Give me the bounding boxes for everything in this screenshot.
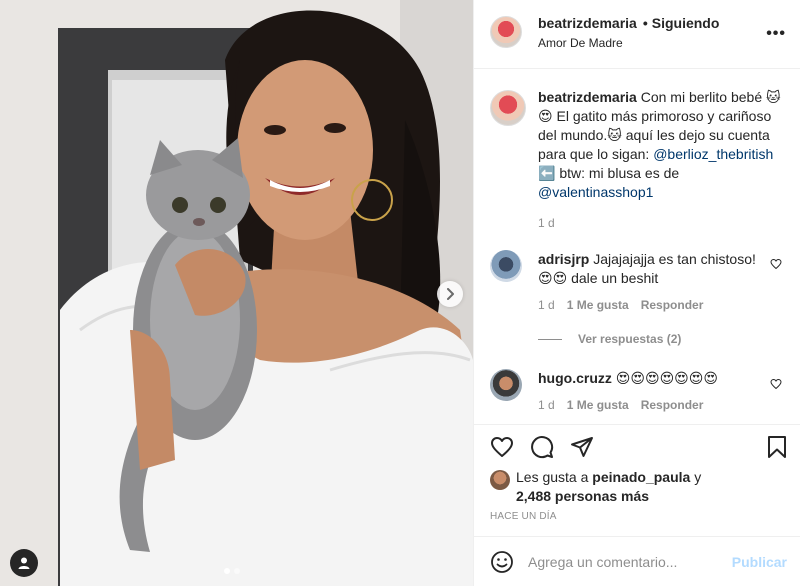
comment-likes[interactable]: 1 Me gusta xyxy=(567,298,629,312)
follow-status-button[interactable]: Siguiendo xyxy=(652,15,720,31)
likes-text: Les gusta a peinado_paula y 2,488 persona… xyxy=(516,468,701,506)
comment-username[interactable]: adrisjrp xyxy=(538,251,589,267)
save-bookmark-icon[interactable] xyxy=(765,435,789,459)
emoji-smiley-icon[interactable] xyxy=(490,550,514,574)
likes-count[interactable]: 2,488 personas más xyxy=(516,488,649,504)
likes-summary: Les gusta a peinado_paula y 2,488 persona… xyxy=(490,468,701,506)
carousel-dots xyxy=(224,568,240,574)
caption-text-part-2: ⬅️ btw: mi blusa es de xyxy=(538,165,680,181)
comment-username[interactable]: hugo.cruzz xyxy=(538,370,612,386)
chevron-right-icon xyxy=(447,288,454,300)
share-paper-plane-icon[interactable] xyxy=(570,435,594,459)
commenter-avatar[interactable] xyxy=(490,369,522,401)
reply-button[interactable]: Responder xyxy=(641,298,704,312)
author-line: beatrizdemaria • Siguiendo xyxy=(538,15,719,31)
post-action-bar xyxy=(474,424,800,472)
comment-bubble-icon[interactable] xyxy=(530,435,554,459)
comment-body: 😍😍😍😍😍😍😍 xyxy=(611,370,718,386)
post-header: beatrizdemaria • Siguiendo Amor De Madre •… xyxy=(474,0,800,69)
carousel-dot-2 xyxy=(234,568,240,574)
comment-item: adrisjrp Jajajajajja es tan chistoso! 😍😍… xyxy=(490,250,786,312)
comment-input[interactable] xyxy=(528,550,718,574)
post-caption: beatrizdemaria Con mi berlito bebé 🐱😍 El… xyxy=(490,88,790,230)
more-options-icon[interactable]: ••• xyxy=(766,25,786,43)
comment-time[interactable]: 1 d xyxy=(538,298,555,312)
header-bullet: • xyxy=(642,15,648,31)
liker-avatar[interactable] xyxy=(490,470,510,490)
commenter-avatar[interactable] xyxy=(490,250,522,282)
like-heart-icon[interactable] xyxy=(490,435,514,459)
view-replies-button[interactable]: Ver respuestas (2) xyxy=(538,332,681,346)
post-location[interactable]: Amor De Madre xyxy=(538,36,623,50)
carousel-dot-1 xyxy=(224,568,230,574)
add-comment-bar: Publicar xyxy=(474,536,800,586)
post-timestamp[interactable]: HACE UN DÍA xyxy=(490,511,557,522)
comment-text: adrisjrp Jajajajajja es tan chistoso! 😍😍… xyxy=(538,250,758,288)
caption-author-avatar[interactable] xyxy=(490,90,526,126)
replies-divider-line xyxy=(538,338,562,340)
comment-meta: 1 d 1 Me gusta Responder xyxy=(538,398,786,412)
tagged-users-button[interactable] xyxy=(10,549,38,577)
caption-text: beatrizdemaria Con mi berlito bebé 🐱😍 El… xyxy=(538,88,790,202)
view-replies-label: Ver respuestas (2) xyxy=(578,332,682,346)
caption-mention-2[interactable]: @valentinasshop1 xyxy=(538,184,653,200)
caption-time[interactable]: 1 d xyxy=(538,216,790,230)
author-avatar[interactable] xyxy=(490,16,522,48)
reply-button[interactable]: Responder xyxy=(641,398,704,412)
post-image xyxy=(0,0,473,586)
comment-likes[interactable]: 1 Me gusta xyxy=(567,398,629,412)
comment-like-heart-icon[interactable] xyxy=(770,258,782,270)
comment-like-heart-icon[interactable] xyxy=(770,378,782,390)
comment-item: hugo.cruzz 😍😍😍😍😍😍😍 1 d 1 Me gusta Respon… xyxy=(490,369,786,412)
likes-mid: y xyxy=(690,469,702,485)
post-photo[interactable] xyxy=(0,0,473,586)
post-side-panel: beatrizdemaria • Siguiendo Amor De Madre •… xyxy=(473,0,800,586)
author-username[interactable]: beatrizdemaria xyxy=(538,15,637,31)
caption-mention-1[interactable]: @berlioz_thebritish xyxy=(653,146,773,162)
caption-username[interactable]: beatrizdemaria xyxy=(538,89,637,105)
comment-meta: 1 d 1 Me gusta Responder xyxy=(538,298,786,312)
liker-username[interactable]: peinado_paula xyxy=(592,469,690,485)
publish-button[interactable]: Publicar xyxy=(732,554,787,570)
likes-prefix: Les gusta a xyxy=(516,469,593,485)
user-tag-icon xyxy=(18,557,30,569)
comment-time[interactable]: 1 d xyxy=(538,398,555,412)
comment-text: hugo.cruzz 😍😍😍😍😍😍😍 xyxy=(538,369,758,388)
next-photo-button[interactable] xyxy=(437,281,463,307)
